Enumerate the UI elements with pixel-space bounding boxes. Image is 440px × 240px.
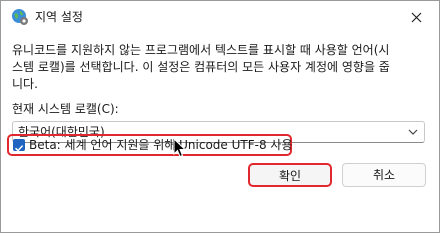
window-title: 지역 설정 [35,10,83,24]
cancel-button[interactable]: 취소 [342,163,426,187]
chevron-down-icon [408,129,418,135]
system-locale-label: 현재 시스템 로캘(C): [12,102,119,116]
globe-settings-icon [12,9,28,25]
region-settings-dialog: 지역 설정 유니코드를 지원하지 않는 프로그램에서 텍스트를 표시할 때 사용… [0,0,440,233]
mouse-pointer-icon [173,138,187,158]
description-line: 스템 로캘)를 선택합니다. 이 설정은 컴퓨터의 모든 사용자 계정에 영향을… [12,60,390,74]
description-line: 유니코드를 지원하지 않는 프로그램에서 텍스트를 표시할 때 사용할 언어(시 [12,43,390,57]
beta-utf8-option[interactable]: Beta: 세계 언어 지원을 위해 Unicode UTF-8 사용 [7,134,293,156]
beta-utf8-checkbox[interactable] [13,139,25,152]
beta-utf8-label: Beta: 세계 언어 지원을 위해 Unicode UTF-8 사용 [29,138,293,152]
ok-button[interactable]: 확인 [248,163,332,187]
title-bar: 지역 설정 [1,1,439,33]
close-icon [411,12,421,22]
close-button[interactable] [393,1,439,33]
checkmark-icon [14,145,24,152]
description-line: 니다. [12,77,38,91]
dialog-content: 유니코드를 지원하지 않는 프로그램에서 텍스트를 표시할 때 사용할 언어(시… [1,33,439,232]
description-text: 유니코드를 지원하지 않는 프로그램에서 텍스트를 표시할 때 사용할 언어(시… [12,42,426,93]
